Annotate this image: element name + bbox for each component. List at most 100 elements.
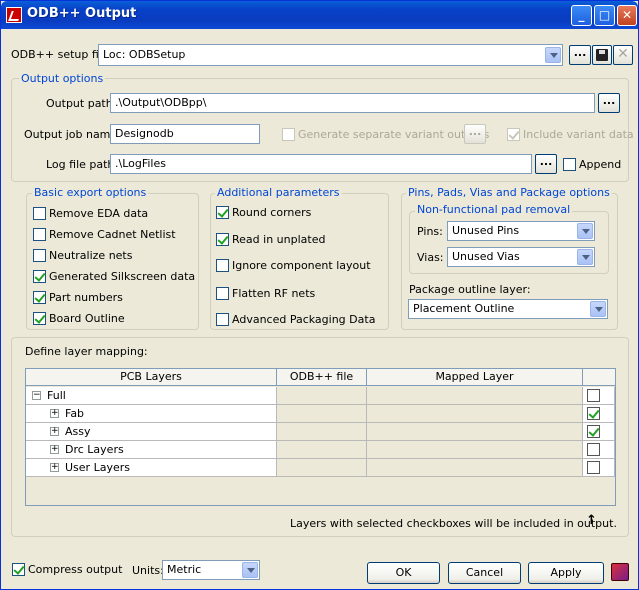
pins-select[interactable]: Unused Pins [447,221,595,241]
output-path-input[interactable]: .\Output\ODBpp\ [110,93,595,113]
minimize-icon[interactable]: _ [571,5,592,26]
basic-option-checkbox[interactable] [33,270,46,283]
column-header[interactable]: Mapped Layer [367,369,583,386]
include-layer-checkbox[interactable] [587,407,600,420]
odb-output-dialog: ODB++ Output _ □ ✕ ODB++ setup file: Loc… [0,0,639,590]
collapse-icon[interactable]: − [32,391,41,400]
column-header[interactable]: ODB++ file [277,369,367,386]
expand-icon[interactable]: + [50,409,59,418]
setup-browse-button[interactable]: ... [569,45,591,65]
package-outline-label: Package outline layer: [409,283,531,296]
mapping-note: Layers with selected checkboxes will be … [290,517,617,530]
separate-variant-label: Generate separate variant outputs [298,128,490,141]
odb-file-cell[interactable] [277,423,367,441]
separate-variant-checkbox[interactable] [282,128,295,141]
output-job-name-label: Output job name: [24,128,121,141]
vias-select[interactable]: Unused Vias [447,247,595,267]
mapped-layer-cell[interactable] [367,423,583,441]
additional-option-checkbox[interactable] [216,233,229,246]
layer-name-cell: + User Layers [26,459,277,477]
chevron-down-icon[interactable] [590,301,606,317]
include-layer-checkbox[interactable] [587,461,600,474]
basic-option-checkbox[interactable] [33,207,46,220]
window-title: ODB++ Output [27,6,137,21]
include-layer-checkbox[interactable] [587,443,600,456]
table-row[interactable]: + Drc Layers [26,441,615,459]
additional-option-checkbox[interactable] [216,206,229,219]
layer-name: Full [47,389,66,402]
units-label: Units: [132,564,164,577]
include-variant-checkbox[interactable] [507,128,520,141]
package-outline-value: Placement Outline [413,302,515,315]
chevron-down-icon[interactable] [545,47,561,63]
log-path-label: Log file path: [46,158,119,171]
expand-icon[interactable]: + [50,463,59,472]
log-path-input[interactable]: .\LogFiles [110,154,532,174]
additional-option-label: Round corners [232,206,312,219]
chevron-down-icon[interactable] [577,249,593,265]
app-icon [6,7,22,23]
mapped-layer-cell[interactable] [367,387,583,405]
additional-option-checkbox[interactable] [216,287,229,300]
column-header[interactable]: PCB Layers [26,369,277,386]
table-row[interactable]: − Full [26,387,615,405]
include-layer-checkbox[interactable] [587,389,600,402]
include-cell[interactable] [583,459,615,477]
expand-icon[interactable]: + [50,427,59,436]
title-bar[interactable]: ODB++ Output _ □ ✕ [1,1,638,29]
odb-file-cell[interactable] [277,387,367,405]
additional-option-checkbox[interactable] [216,313,229,326]
table-row[interactable]: + Assy [26,423,615,441]
odb-file-cell[interactable] [277,405,367,423]
pins-label: Pins: [417,225,443,238]
basic-option-checkbox[interactable] [33,291,46,304]
layer-name-cell: + Assy [26,423,277,441]
output-path-browse-button[interactable]: ... [598,93,620,113]
odb-file-cell[interactable] [277,441,367,459]
arrow-up-icon[interactable]: ↑ [586,513,597,528]
include-cell[interactable] [583,387,615,405]
setup-file-combo[interactable]: Loc: ODBSetup [98,44,563,66]
pins-select-value: Unused Pins [452,224,520,237]
table-row[interactable]: + User Layers [26,459,615,477]
vias-label: Vias: [417,251,444,264]
chevron-down-icon[interactable] [577,223,593,239]
help-book-icon[interactable] [611,563,629,581]
apply-button[interactable]: Apply [528,562,604,584]
close-icon[interactable]: ✕ [617,5,637,26]
basic-option-label: Generated Silkscreen data [49,270,196,283]
mapped-layer-cell[interactable] [367,441,583,459]
expand-icon[interactable]: + [50,445,59,454]
save-icon[interactable] [592,45,612,65]
include-cell[interactable] [583,423,615,441]
package-outline-select[interactable]: Placement Outline [408,299,608,319]
basic-option-checkbox[interactable] [33,312,46,325]
odb-file-cell[interactable] [277,459,367,477]
additional-option-checkbox[interactable] [216,259,229,272]
append-checkbox[interactable] [563,158,576,171]
variant-browse-button[interactable]: ... [464,124,486,144]
chevron-down-icon[interactable] [242,562,258,578]
log-path-browse-button[interactable]: ... [535,154,557,174]
include-cell[interactable] [583,441,615,459]
delete-icon[interactable]: ✕ [613,45,633,65]
basic-option-label: Remove Cadnet Netlist [49,228,176,241]
include-variant-label: Include variant data [523,128,634,141]
output-job-name-input[interactable]: Designodb [110,124,260,144]
layer-name: Drc Layers [65,443,124,456]
setup-file-value: Loc: ODBSetup [103,48,186,61]
include-cell[interactable] [583,405,615,423]
compress-output-label: Compress output [28,563,123,576]
cancel-button[interactable]: Cancel [448,562,521,584]
mapped-layer-cell[interactable] [367,459,583,477]
mapped-layer-cell[interactable] [367,405,583,423]
maximize-icon[interactable]: □ [594,5,615,26]
basic-option-checkbox[interactable] [33,228,46,241]
output-path-label: Output path: [46,97,117,110]
compress-output-checkbox[interactable] [12,563,25,576]
units-select[interactable]: Metric [162,560,260,580]
basic-option-checkbox[interactable] [33,249,46,262]
table-row[interactable]: + Fab [26,405,615,423]
ok-button[interactable]: OK [367,562,440,584]
include-layer-checkbox[interactable] [587,425,600,438]
